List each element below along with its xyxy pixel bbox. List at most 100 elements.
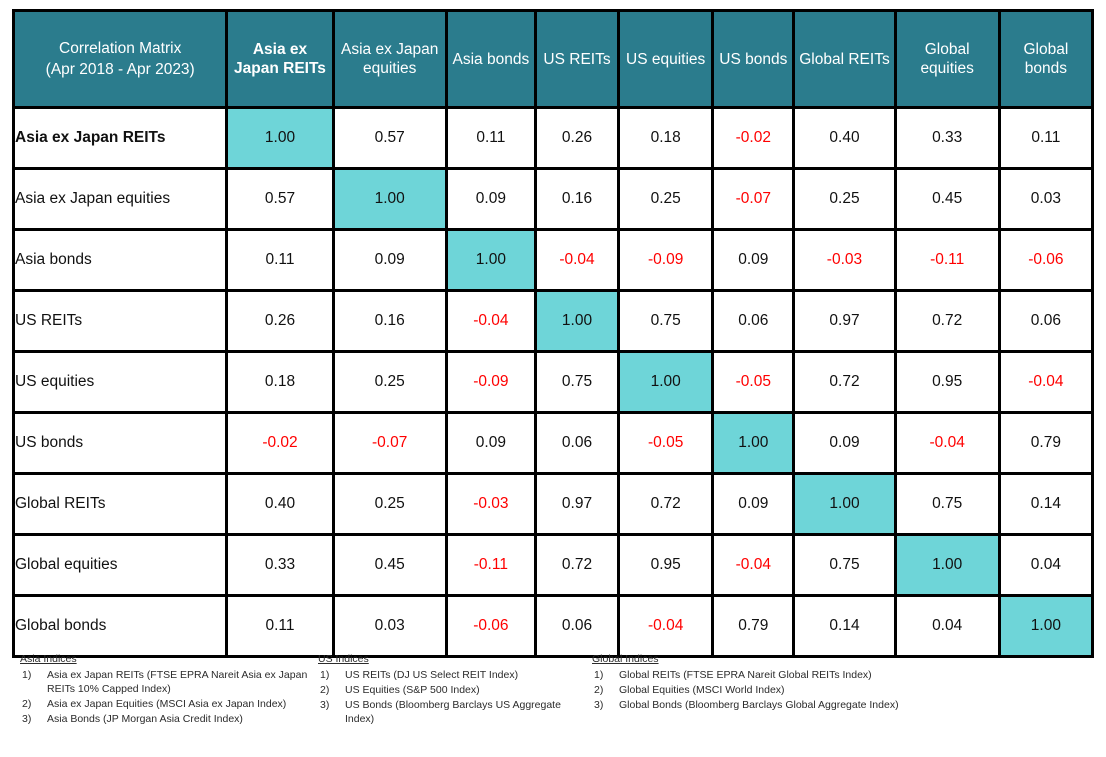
footnote-number: 3) xyxy=(594,699,604,711)
matrix-cell: 0.79 xyxy=(1000,414,1091,472)
footnote-item: 2) Asia ex Japan Equities (MSCI Asia ex J… xyxy=(20,697,312,711)
footnote-text: Asia ex Japan Equities (MSCI Asia ex Jap… xyxy=(47,698,287,710)
matrix-cell: 0.16 xyxy=(334,292,445,350)
matrix-cell: 0.72 xyxy=(620,475,712,533)
footnote-column-global: Global Indices 1) Global REITs (FTSE EPRA… xyxy=(584,652,984,757)
matrix-cell: 1.00 xyxy=(447,231,534,289)
footnote-item: 1) US REITs (DJ US Select REIT Index) xyxy=(318,668,584,682)
matrix-cell: 0.26 xyxy=(536,109,618,167)
matrix-cell: 0.75 xyxy=(896,475,998,533)
row-label-us-bonds: US bonds xyxy=(15,414,226,472)
matrix-cell: 0.18 xyxy=(228,353,332,411)
matrix-cell: 0.04 xyxy=(896,597,998,655)
matrix-cell: 0.03 xyxy=(1000,170,1091,228)
column-header-global-bonds: Global bonds xyxy=(1000,12,1091,106)
matrix-cell: 0.45 xyxy=(896,170,998,228)
matrix-cell: 0.11 xyxy=(1000,109,1091,167)
footnote-text: Asia Bonds (JP Morgan Asia Credit Index) xyxy=(47,713,243,725)
matrix-cell: 0.95 xyxy=(896,353,998,411)
matrix-cell: 0.25 xyxy=(795,170,894,228)
table-row: Asia ex Japan REITs 1.00 0.57 0.11 0.26 0.18-… xyxy=(15,109,1091,167)
column-header-global-equities: Global equities xyxy=(896,12,998,106)
matrix-cell: 0.57 xyxy=(334,109,445,167)
matrix-cell: 0.75 xyxy=(620,292,712,350)
table-row: Asia ex Japan equities 0.57 1.00 0.09 0.16 0.… xyxy=(15,170,1091,228)
matrix-cell: 0.09 xyxy=(714,475,793,533)
matrix-cell: 0.16 xyxy=(536,170,618,228)
matrix-cell: 0.33 xyxy=(228,536,332,594)
footnote-number: 2) xyxy=(22,698,32,710)
matrix-cell: -0.04 xyxy=(620,597,712,655)
row-label-us-equities: US equities xyxy=(15,353,226,411)
matrix-cell: 0.06 xyxy=(714,292,793,350)
matrix-cell: -0.04 xyxy=(896,414,998,472)
correlation-matrix-table: Correlation Matrix (Apr 2018 - Apr 2023)… xyxy=(12,9,1094,658)
matrix-cell: 1.00 xyxy=(620,353,712,411)
footnote-text: US Equities (S&P 500 Index) xyxy=(345,684,480,696)
column-header-us-bonds: US bonds xyxy=(714,12,793,106)
matrix-corner-title: Correlation Matrix (Apr 2018 - Apr 2023) xyxy=(15,12,226,106)
matrix-cell: 0.26 xyxy=(228,292,332,350)
matrix-cell: 0.14 xyxy=(1000,475,1091,533)
matrix-body: Asia ex Japan REITs 1.00 0.57 0.11 0.26 0.18-… xyxy=(15,109,1091,655)
matrix-cell: -0.04 xyxy=(536,231,618,289)
matrix-header-row-group: Correlation Matrix (Apr 2018 - Apr 2023)… xyxy=(15,12,1091,106)
column-header-us-reits: US REITs xyxy=(536,12,618,106)
column-header-global-reits: Global REITs xyxy=(795,12,894,106)
footnote-title-us: US Indices xyxy=(318,653,369,665)
matrix-cell: 0.72 xyxy=(896,292,998,350)
column-header-us-equities: US equities xyxy=(620,12,712,106)
footnote-number: 1) xyxy=(594,669,604,681)
table-row: Global equities 0.33 0.45 -0.11 0.72 0.95 -0.0… xyxy=(15,536,1091,594)
column-header-asia-ex-japan-reits: Asia ex Japan REITs xyxy=(228,12,332,106)
matrix-cell: -0.05 xyxy=(620,414,712,472)
row-label-asia-ex-japan-reits: Asia ex Japan REITs xyxy=(15,109,226,167)
footnote-text: US REITs (DJ US Select REIT Index) xyxy=(345,669,519,681)
matrix-cell: 0.95 xyxy=(620,536,712,594)
matrix-cell: 0.09 xyxy=(334,231,445,289)
matrix-cell: 0.11 xyxy=(228,597,332,655)
matrix-cell: -0.03 xyxy=(447,475,534,533)
matrix-cell: -0.04 xyxy=(1000,353,1091,411)
matrix-cell: 0.45 xyxy=(334,536,445,594)
footnote-text: Global Bonds (Bloomberg Barclays Global … xyxy=(619,699,899,711)
footnote-column-asia: Asia Indices 1) Asia ex Japan REITs (FTSE… xyxy=(0,652,312,757)
footnote-item: 3) Global Bonds (Bloomberg Barclays Globa… xyxy=(592,698,984,712)
footnote-item: 2) Global Equities (MSCI World Index) xyxy=(592,683,984,697)
matrix-cell: -0.02 xyxy=(228,414,332,472)
matrix-cell: -0.11 xyxy=(447,536,534,594)
footnote-item: 2) US Equities (S&P 500 Index) xyxy=(318,683,584,697)
footnote-text: Global Equities (MSCI World Index) xyxy=(619,684,785,696)
footnote-list-us: 1) US REITs (DJ US Select REIT Index) 2) US… xyxy=(318,668,584,726)
matrix-cell: 0.72 xyxy=(795,353,894,411)
matrix-cell: -0.07 xyxy=(714,170,793,228)
matrix-cell: -0.05 xyxy=(714,353,793,411)
corner-title-line-1: Correlation Matrix xyxy=(59,40,182,57)
footnote-number: 3) xyxy=(320,699,330,711)
matrix-cell: -0.06 xyxy=(1000,231,1091,289)
matrix-cell: 0.25 xyxy=(334,353,445,411)
matrix-cell: 0.14 xyxy=(795,597,894,655)
matrix-cell: 0.72 xyxy=(536,536,618,594)
table-row: Global bonds 0.11 0.03 -0.06 0.06 -0.04 0.79 0.… xyxy=(15,597,1091,655)
table-row: US REITs 0.26 0.16 -0.04 1.00 0.75 0.06 0.97 0.7… xyxy=(15,292,1091,350)
table-row: Asia bonds 0.11 0.09 1.00 -0.04 -0.09 0.09 -0.0… xyxy=(15,231,1091,289)
table-row: US equities 0.18 0.25 -0.09 0.75 1.00 -0.05 0.7… xyxy=(15,353,1091,411)
footnote-list-asia: 1) Asia ex Japan REITs (FTSE EPRA Nareit … xyxy=(20,668,312,726)
footnote-number: 1) xyxy=(320,669,330,681)
footnote-list-global: 1) Global REITs (FTSE EPRA Nareit Global … xyxy=(592,668,984,712)
matrix-cell: -0.04 xyxy=(447,292,534,350)
matrix-cell: 0.18 xyxy=(620,109,712,167)
matrix-cell: 1.00 xyxy=(896,536,998,594)
footnote-number: 2) xyxy=(320,684,330,696)
matrix-cell: 0.75 xyxy=(795,536,894,594)
footnote-item: 1) Asia ex Japan REITs (FTSE EPRA Nareit … xyxy=(20,668,312,696)
correlation-matrix-table-wrapper: Correlation Matrix (Apr 2018 - Apr 2023)… xyxy=(12,9,1094,658)
corner-title-line-2: (Apr 2018 - Apr 2023) xyxy=(45,61,195,78)
footnote-text: Global REITs (FTSE EPRA Nareit Global RE… xyxy=(619,669,872,681)
matrix-cell: 0.06 xyxy=(536,414,618,472)
matrix-header-row: Correlation Matrix (Apr 2018 - Apr 2023)… xyxy=(15,12,1091,106)
matrix-cell: 1.00 xyxy=(1000,597,1091,655)
matrix-cell: -0.07 xyxy=(334,414,445,472)
matrix-cell: 1.00 xyxy=(228,109,332,167)
